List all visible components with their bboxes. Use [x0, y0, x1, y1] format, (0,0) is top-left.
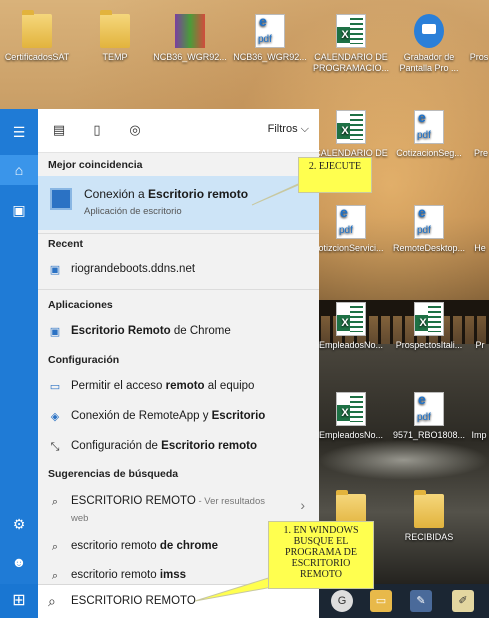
web-icon[interactable]: ◎: [126, 121, 144, 139]
best-match-header: Mejor coincidencia: [48, 159, 143, 171]
chrome-icon[interactable]: G: [331, 590, 353, 612]
folder-icon: [22, 10, 52, 48]
search-icon: ⌕: [48, 593, 56, 609]
apps-icon[interactable]: ▤: [50, 121, 68, 139]
search-icon: ⌕: [51, 541, 59, 553]
desktop-icon[interactable]: TEMP: [76, 10, 154, 63]
desktop-icon[interactable]: e pdf CotizacionSeg...: [390, 110, 468, 159]
best-match-title: Conexión a Escritorio remoto: [84, 187, 249, 201]
callout-step1: 1. EN WINDOWS BUSQUE EL PROGRAMA DE ESCR…: [268, 521, 374, 589]
desktop-icon[interactable]: He: [468, 205, 489, 254]
desktop-icon[interactable]: Pr: [468, 302, 489, 351]
desktop-icon[interactable]: NCB36_WGR92...: [151, 14, 229, 63]
search-icon: ⌕: [51, 570, 59, 582]
notebook-icon[interactable]: ▣: [0, 195, 38, 225]
settings-icon[interactable]: ⚙: [0, 509, 38, 539]
search-input[interactable]: ESCRITORIO REMOTO: [71, 595, 196, 607]
wave-foam: [318, 440, 489, 480]
excel-icon: X: [414, 302, 444, 336]
config-header: Configuración: [48, 354, 120, 366]
folder-icon: [100, 10, 130, 48]
start-icon[interactable]: ⊞: [0, 584, 38, 618]
desktop-icon[interactable]: e pdf 9571_RBO1808...: [390, 392, 468, 441]
divider: [38, 289, 319, 290]
desktop-icon[interactable]: Imp: [466, 392, 489, 441]
pdf-icon: e pdf: [336, 205, 366, 239]
remote-arrows-icon: ⤡: [50, 441, 60, 453]
camera-icon: [414, 14, 444, 48]
explorer-icon[interactable]: ▭: [370, 590, 392, 612]
config-item[interactable]: ◈ Conexión de RemoteApp y Escritorio: [38, 406, 319, 428]
callout-step2: 2. EJECUTE: [298, 157, 372, 193]
best-match-subtitle: Aplicación de escritorio: [84, 206, 182, 217]
desktop-icon[interactable]: X ProspectosItali...: [390, 302, 468, 351]
desktop-icon[interactable]: X EmpleadosNo...: [312, 392, 390, 441]
pdf-icon: e pdf: [255, 14, 285, 48]
excel-icon: X: [336, 14, 366, 48]
recent-header: Recent: [48, 238, 84, 250]
desktop-icon[interactable]: Pros: [464, 14, 489, 63]
folder-icon: [414, 490, 444, 528]
document-icon[interactable]: ▯: [88, 121, 106, 139]
desktop-icon[interactable]: e pdf RemoteDesktop...: [390, 205, 468, 254]
divider: [38, 233, 319, 234]
desktop-icon[interactable]: RECIBIDAS: [390, 490, 468, 543]
home-icon[interactable]: ⌂: [0, 155, 38, 185]
pdf-icon: e pdf: [414, 392, 444, 426]
filters-dropdown[interactable]: Filtros ⌵: [268, 123, 309, 136]
tool-icon[interactable]: ✎: [410, 590, 432, 612]
recent-item[interactable]: ▣ riograndeboots.ddns.net: [38, 259, 319, 281]
desktop-icon[interactable]: X EmpleadosNo...: [312, 302, 390, 351]
search-icon: ⌕: [51, 496, 59, 508]
remote-desktop-icon: ▣: [49, 264, 61, 276]
best-match-item[interactable]: Conexión a Escritorio remoto Aplicación …: [38, 176, 319, 230]
remoteapp-icon: ◈: [50, 411, 60, 423]
config-item[interactable]: ⤡ Configuración de Escritorio remoto: [38, 436, 319, 458]
app-item[interactable]: ▣ Escritorio Remoto de Chrome: [38, 321, 319, 343]
start-menu-rail: ☰ ⌂ ▣ ⚙ ☻: [0, 109, 38, 584]
desktop-icon[interactable]: CertificadosSAT: [0, 10, 76, 63]
excel-icon: X: [336, 302, 366, 336]
chevron-right-icon[interactable]: ›: [300, 497, 305, 513]
monitor-icon: ▭: [49, 381, 61, 393]
feedback-icon[interactable]: ☻: [0, 547, 38, 577]
archive-icon: [175, 14, 205, 48]
pdf-icon: e pdf: [414, 110, 444, 144]
remote-desktop-icon: [50, 188, 72, 210]
panel-tabs: ▤ ▯ ◎ Filtros ⌵: [38, 109, 319, 153]
desktop-icon[interactable]: Grabador de Pantalla Pro ...: [390, 14, 468, 74]
excel-icon: X: [336, 110, 366, 144]
desktop-icon[interactable]: e pdf otizcionServici...: [312, 205, 390, 254]
chrome-remote-icon: ▣: [49, 326, 61, 338]
chevron-down-icon: ⌵: [300, 123, 309, 135]
search-results-panel: ▤ ▯ ◎ Filtros ⌵ Mejor coincidencia Conex…: [38, 109, 319, 584]
excel-icon: X: [336, 392, 366, 426]
desktop-icon[interactable]: Pre: [466, 110, 489, 159]
paint-icon[interactable]: ✐: [452, 590, 474, 612]
desktop-icon[interactable]: e pdf NCB36_WGR92...: [231, 14, 309, 63]
pdf-icon: e pdf: [414, 205, 444, 239]
search-box[interactable]: ⌕ ESCRITORIO REMOTO: [38, 584, 319, 618]
suggestions-header: Sugerencias de búsqueda: [48, 468, 179, 480]
apps-header: Aplicaciones: [48, 299, 113, 311]
config-item[interactable]: ▭ Permitir el acceso remoto al equipo: [38, 376, 319, 398]
desktop-icon[interactable]: X CALENDARIO DE PROGRAMACIO...: [312, 14, 390, 74]
hamburger-icon[interactable]: ☰: [0, 117, 38, 147]
